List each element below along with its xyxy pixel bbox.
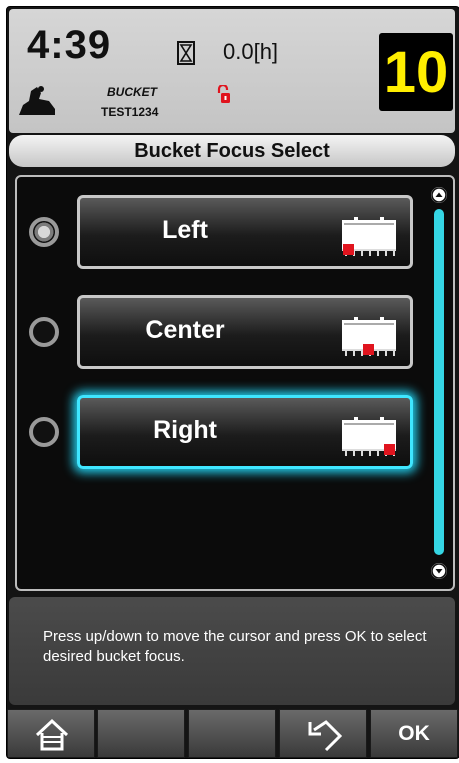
radio-left[interactable]: [29, 217, 59, 247]
ok-button[interactable]: OK: [370, 709, 458, 758]
counter-value: 10: [383, 40, 449, 105]
machine-id: TEST1234: [101, 105, 159, 119]
focus-option-list: Left Center Right: [15, 175, 455, 591]
option-row-right[interactable]: Right: [17, 395, 417, 479]
ok-label: OK: [398, 722, 430, 745]
hourglass-icon: [177, 41, 195, 65]
back-arrow-icon: [308, 720, 343, 752]
option-label: Left: [162, 216, 208, 244]
option-button-center[interactable]: Center: [77, 295, 413, 369]
scroll-up-icon[interactable]: [431, 187, 447, 203]
hour-meter: 0.0[h]: [223, 39, 279, 64]
option-row-left[interactable]: Left: [17, 195, 417, 279]
scroll-thumb[interactable]: [434, 209, 444, 555]
machine-display: 4:39 0.0[h] BUCKET TEST1234 10 Bucket Fo…: [6, 6, 459, 759]
home-icon: [35, 718, 69, 751]
status-header: 4:39 0.0[h] BUCKET TEST1234 10: [9, 9, 455, 133]
page-title: Bucket Focus Select: [9, 135, 455, 167]
home-button[interactable]: [7, 709, 95, 758]
scroll-down-icon[interactable]: [431, 563, 447, 579]
option-button-right[interactable]: Right: [77, 395, 413, 469]
help-text: Press up/down to move the cursor and pre…: [43, 628, 427, 665]
bucket-focus-right-icon: [342, 417, 396, 456]
softkey-2[interactable]: [97, 709, 185, 758]
softkey-bar: OK: [7, 709, 459, 758]
scrollbar[interactable]: [431, 187, 447, 579]
bucket-focus-center-icon: [342, 317, 396, 356]
machine-silhouette-icon: [19, 86, 55, 115]
option-row-center[interactable]: Center: [17, 295, 417, 379]
back-button[interactable]: [279, 709, 367, 758]
unlocked-icon: [217, 85, 230, 103]
option-button-left[interactable]: Left: [77, 195, 413, 269]
radio-center[interactable]: [29, 317, 59, 347]
softkey-3[interactable]: [188, 709, 276, 758]
counter-badge: 10: [379, 33, 453, 111]
radio-right[interactable]: [29, 417, 59, 447]
option-label: Center: [145, 316, 225, 344]
clock-time: 4:39: [27, 23, 112, 67]
mode-label: BUCKET: [107, 85, 157, 99]
option-label: Right: [153, 416, 217, 444]
bucket-focus-left-icon: [342, 217, 396, 256]
help-panel: Press up/down to move the cursor and pre…: [9, 597, 455, 705]
